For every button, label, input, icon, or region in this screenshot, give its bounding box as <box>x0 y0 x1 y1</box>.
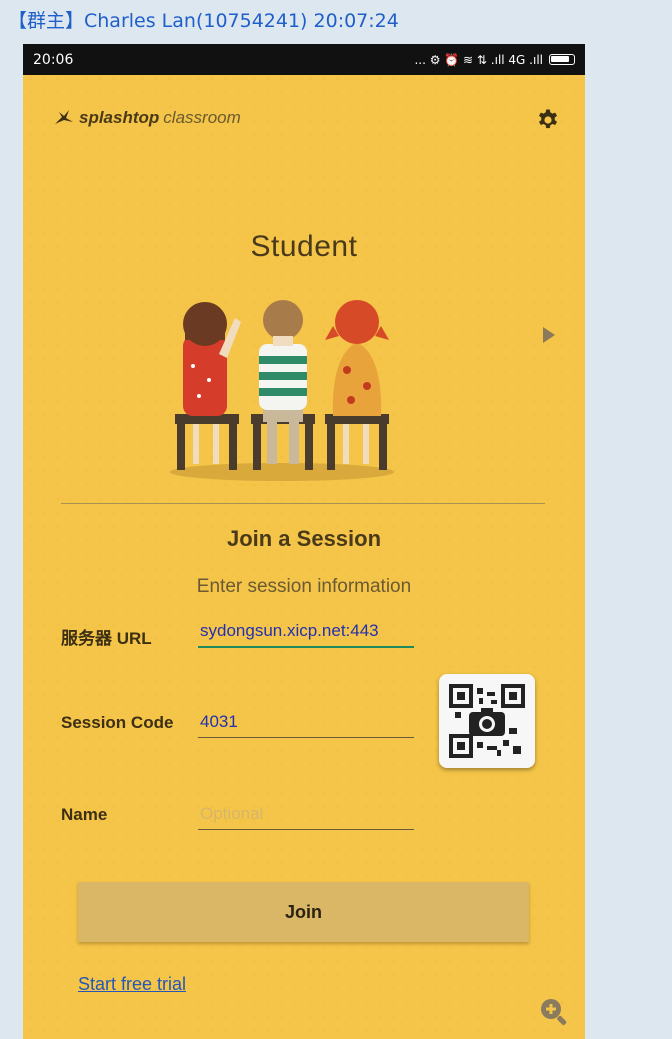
name-label: Name <box>61 805 108 824</box>
status-indicators: ... ⚙ ⏰ ≋ ⇅ .ıll 4G .ıll <box>414 52 543 67</box>
join-session-title: Join a Session <box>226 526 382 551</box>
chat-message-header: 【群主】Charles Lan(10754241) 20:07:24 <box>8 10 399 32</box>
student-left-figure <box>175 302 241 470</box>
status-time: 20:06 <box>33 51 74 68</box>
app-logo: splashtop classroom <box>53 108 241 128</box>
status-icons: ... ⚙ ⏰ ≋ ⇅ .ıll 4G .ıll <box>414 53 575 67</box>
server-url-input[interactable] <box>198 616 414 648</box>
join-button[interactable]: Join <box>78 882 529 942</box>
splashtop-logo-icon <box>55 110 73 124</box>
start-free-trial-link[interactable]: Start free trial <box>78 974 186 995</box>
student-middle-figure <box>251 300 315 470</box>
student-right-figure <box>325 300 389 470</box>
next-arrow-icon[interactable] <box>541 325 557 345</box>
logo-brand: splashtop <box>79 108 160 127</box>
session-code-label: Session Code <box>61 713 174 732</box>
name-input[interactable] <box>198 798 414 830</box>
zoom-in-icon[interactable] <box>538 996 570 1028</box>
join-session-subtitle: Enter session information <box>196 576 412 597</box>
session-code-input[interactable] <box>198 706 414 738</box>
server-url-label: 服务器 URL <box>61 629 152 648</box>
phone-screen: 20:06 ... ⚙ ⏰ ≋ ⇅ .ıll 4G .ıll splashtop… <box>23 44 585 1039</box>
status-bar: 20:06 ... ⚙ ⏰ ≋ ⇅ .ıll 4G .ıll <box>23 44 585 75</box>
qr-scan-button[interactable] <box>439 674 535 768</box>
qr-scan-icon <box>449 684 525 758</box>
students-illustration <box>170 300 394 481</box>
role-title: Student <box>250 230 358 263</box>
logo-product: classroom <box>163 108 241 127</box>
settings-gear-icon[interactable] <box>536 108 560 132</box>
battery-icon <box>549 54 575 65</box>
section-divider <box>61 503 545 504</box>
